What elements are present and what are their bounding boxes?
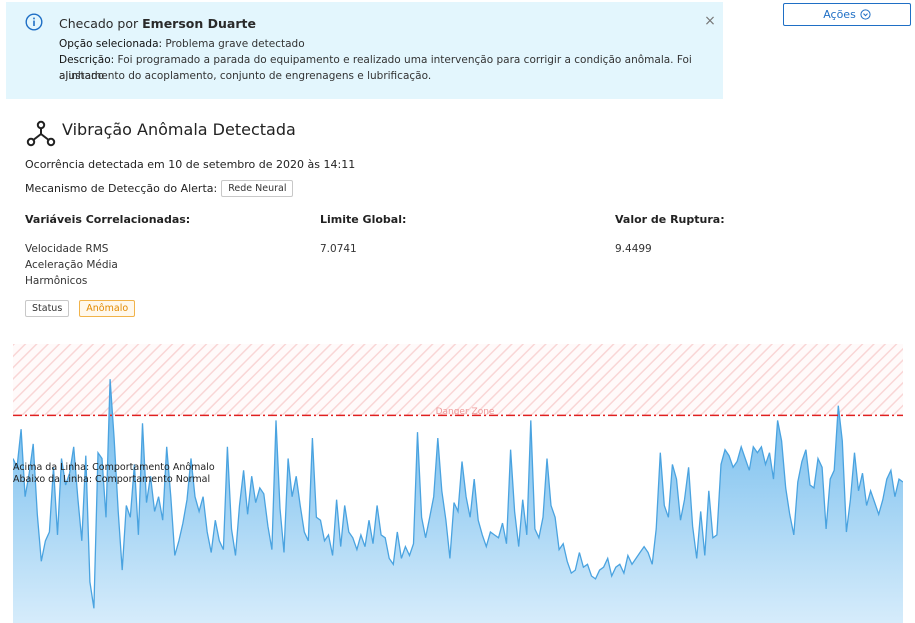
checked-prefix: Checado por [59, 16, 139, 31]
hub-network-icon [26, 120, 56, 147]
actions-button[interactable]: Ações [783, 3, 911, 26]
status-row: Status Anômalo [25, 300, 136, 317]
option-label: Opção selecionada: [59, 38, 163, 50]
correlated-vars-list: Velocidade RMS Aceleração Média Harmônic… [25, 241, 118, 289]
detection-mechanism: Mecanismo de Detecção do Alerta: Rede Ne… [25, 180, 294, 197]
feedback-banner: Checado por Emerson Duarte Opção selecio… [6, 2, 723, 99]
close-icon[interactable]: × [700, 11, 720, 31]
danger-zone-band [13, 344, 903, 416]
rupture-value-header: Valor de Ruptura: [615, 213, 725, 226]
desc-label: Descrição: [59, 54, 115, 66]
occurrence-text: Ocorrência detectada em 10 de setembro d… [25, 158, 356, 171]
vibration-chart: Danger Zone Acima da Linha: Comportament… [13, 344, 903, 623]
global-limit-value: 7.0741 [320, 243, 357, 255]
mechanism-tag: Rede Neural [221, 180, 294, 197]
correlated-var: Harmônicos [25, 275, 88, 287]
threshold-above-label: Acima da Linha: Comportamento Anômalo [13, 462, 215, 473]
rupture-value: 9.4499 [615, 243, 652, 255]
alert-title: Vibração Anômala Detectada [62, 120, 296, 139]
threshold-below-label: Abaixo da Linha: Comportamento Normal [13, 474, 210, 485]
mechanism-label: Mecanismo de Detecção do Alerta: [25, 182, 218, 195]
status-value-tag: Anômalo [79, 300, 136, 317]
banner-option: Opção selecionada: Problema grave detect… [59, 36, 305, 52]
checked-user: Emerson Duarte [142, 16, 256, 31]
chevron-down-circle-icon [860, 9, 871, 20]
correlated-var: Velocidade RMS [25, 243, 109, 255]
banner-title: Checado por Emerson Duarte [59, 16, 256, 31]
actions-label: Ações [823, 8, 856, 21]
correlated-vars-header: Variáveis Correlacionadas: [25, 213, 191, 226]
option-value: Problema grave detectado [165, 38, 305, 50]
correlated-var: Aceleração Média [25, 259, 118, 271]
banner-description-cont: alinhamento do acoplamento, conjunto de … [59, 70, 432, 82]
info-icon [25, 13, 43, 31]
global-limit-header: Limite Global: [320, 213, 407, 226]
status-label-tag: Status [25, 300, 70, 317]
